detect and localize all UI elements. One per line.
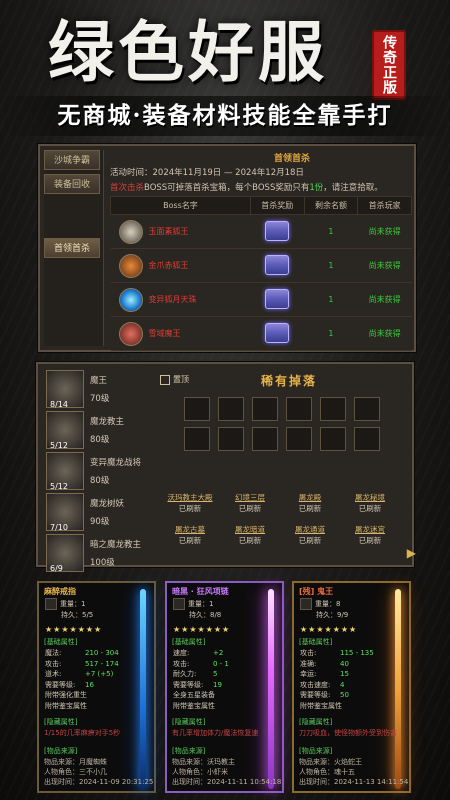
event-info: 首领首杀 活动时间：2024年11月19日 — 2024年12月18日 首次击杀… (110, 152, 410, 196)
table-row: 玉面素狐王 1 尚未获得 (110, 214, 412, 249)
drop-items-grid (180, 394, 400, 454)
attribute-list: 速度: +2 攻击: 0 - 1 耐久力: 5 需要等级: 19 全身五星装备 附带鉴宝… (173, 649, 229, 710)
treasure-chest-icon[interactable] (265, 254, 290, 275)
map-item[interactable]: 屠龙暗道 已刷新 (220, 524, 280, 546)
item-card-weapon: [残] 鬼王 重量：8 持久：9/9 ★★★★★★★ [基础属性] 攻击: 115 … (292, 581, 411, 793)
treasure-chest-icon[interactable] (265, 322, 290, 343)
attribute-list: 魔法: 210 - 304 攻击: 517 - 174 道术: +7 (+5) 需要等… (45, 649, 119, 710)
boss-portrait (118, 321, 143, 346)
side-tab-column: 沙城争霸 装备回收 首领首杀 (44, 150, 104, 346)
tab-equipment-recycle[interactable]: 装备回收 (44, 174, 100, 194)
col-remaining: 剩余名额 (303, 196, 359, 215)
list-item[interactable]: 7/10 魔龙树妖 90级 (44, 491, 148, 532)
ore-icon[interactable] (184, 427, 210, 451)
table-row: 变异狐月天珠 1 尚未获得 (110, 282, 412, 317)
table-row: 金爪赤狐王 1 尚未获得 (110, 248, 412, 283)
col-reward: 首杀奖励 (249, 196, 305, 215)
rare-drops-panel: 8/14 魔王 70级 5/12 魔龙教主 80级 5/12 变异魔龙战将 80… (36, 362, 416, 573)
pin-checkbox[interactable]: 置顶 (160, 374, 189, 385)
sword-icon[interactable] (184, 397, 210, 421)
checkbox-box[interactable] (160, 374, 170, 385)
col-player: 首杀玩家 (357, 196, 412, 215)
first-kill-banner: 首领首杀 (273, 154, 310, 164)
bracelet-icon[interactable] (354, 427, 380, 451)
boss-portrait (118, 287, 143, 312)
attribute-list: 攻击: 115 - 135 准确: 40 幸运: 15 攻击速度: 4 需要等级: 50 … (300, 649, 374, 710)
boss-portrait (118, 253, 143, 278)
map-item[interactable]: 沃玛教主大殿 已刷新 (160, 492, 220, 514)
book-icon[interactable] (218, 427, 244, 451)
treasure-chest-icon[interactable] (265, 220, 290, 241)
map-item[interactable]: 屠龙古墓 已刷新 (160, 524, 220, 546)
staff-icon[interactable] (252, 397, 278, 421)
map-item[interactable]: 屠龙迷宫 已刷新 (340, 524, 400, 546)
event-time: 活动时间：2024年11月19日 — 2024年12月18日 (110, 168, 304, 178)
tab-first-kill[interactable]: 首领首杀 (44, 238, 100, 258)
map-item[interactable]: 幻境三层 已刷新 (220, 492, 280, 514)
event-desc: 首次击杀BOSS可掉落首杀宝箱，每个BOSS奖励只有1份，请注意拾取。 (110, 183, 383, 193)
map-list: 沃玛教主大殿 已刷新 幻境三层 已刷新 屠龙殿 已刷新 屠龙秘境 已刷新 屠龙古墓 已刷新 屠龙暗… (160, 492, 410, 556)
drops-title: 稀有掉落 (260, 374, 317, 388)
book-icon[interactable] (286, 427, 312, 451)
map-item[interactable]: 屠龙殿 已刷新 (280, 492, 340, 514)
book-icon[interactable] (320, 427, 346, 451)
next-arrow-icon[interactable]: ▶ (407, 546, 416, 560)
list-item[interactable]: 5/12 变异魔龙战将 80级 (44, 450, 148, 491)
star-rating: ★★★★★★★ (173, 625, 231, 634)
tab-castle-war[interactable]: 沙城争霸 (44, 150, 100, 170)
scroll-icon[interactable] (354, 397, 380, 421)
first-kill-panel: 沙城争霸 装备回收 首领首杀 首领首杀 活动时间：2024年11月19日 — 2… (38, 144, 416, 352)
treasure-chest-icon[interactable] (265, 288, 290, 309)
item-card-ring: 麻醉戒指 重量：1 持久：5/5 ★★★★★★★ [基础属性] 魔法: 210 - … (37, 581, 156, 793)
page-title: 绿色好服 (48, 13, 328, 91)
herb-icon[interactable] (320, 397, 346, 421)
slogan-banner: 无商城·装备材料技能全靠手打 (0, 96, 450, 136)
boss-portrait (118, 219, 143, 244)
first-kill-table: Boss名字 首杀奖励 剩余名额 首杀玩家 玉面素狐王 1 尚未获得 金爪赤狐王… (110, 196, 412, 351)
list-item[interactable]: 8/14 魔王 70级 (44, 368, 148, 409)
book-icon[interactable] (252, 427, 278, 451)
item-card-necklace: 暗黑 · 狂风项链 重量：1 持久：8/8 ★★★★★★★ [基础属性] 速度: +… (165, 581, 284, 793)
list-item[interactable]: 5/12 魔龙教主 80级 (44, 409, 148, 450)
gem-icon[interactable] (286, 397, 312, 421)
axe-icon[interactable] (218, 397, 244, 421)
necklace-icon (173, 598, 185, 610)
ring-icon (45, 598, 57, 610)
star-rating: ★★★★★★★ (45, 625, 103, 634)
sword-icon (300, 598, 312, 610)
star-rating: ★★★★★★★ (300, 625, 358, 634)
map-item[interactable]: 屠龙秘境 已刷新 (340, 492, 400, 514)
official-seal: 传奇正版 (372, 30, 406, 100)
col-boss-name: Boss名字 (110, 196, 251, 215)
boss-list: 8/14 魔王 70级 5/12 魔龙教主 80级 5/12 变异魔龙战将 80… (44, 368, 148, 573)
map-item[interactable]: 屠龙通道 已刷新 (280, 524, 340, 546)
table-row: 雪域魔王 1 尚未获得 (110, 316, 412, 351)
drops-area: 置顶 稀有掉落 沃玛教主大殿 已刷新 幻境三层 已刷新 屠龙殿 已刷新 屠龙秘境 已刷新 屠龙… (154, 368, 416, 562)
list-item[interactable]: 6/9 暗之魔龙教主 100级 (44, 532, 148, 573)
